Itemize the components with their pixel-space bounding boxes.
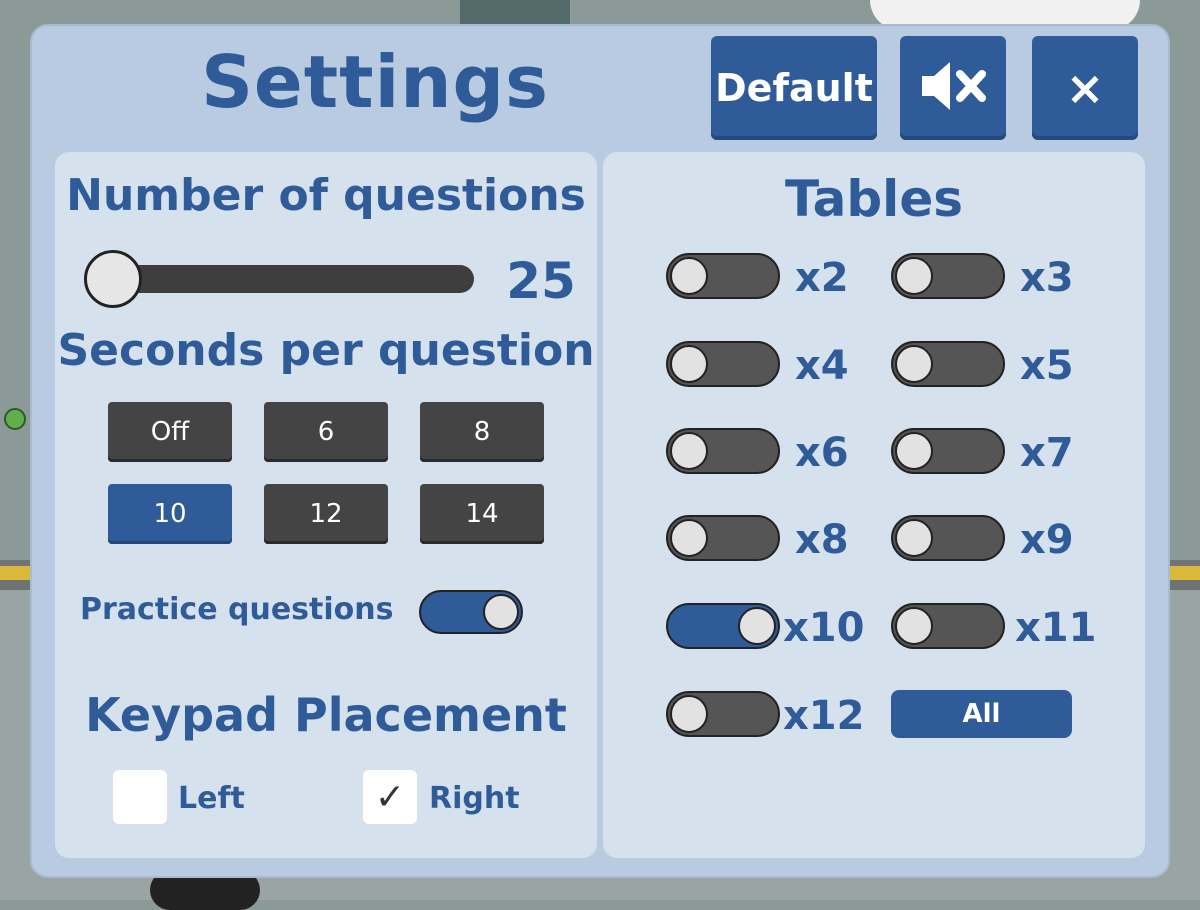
table-toggle-x7[interactable] bbox=[891, 428, 1005, 474]
seconds-option-button[interactable]: 12 bbox=[264, 484, 388, 544]
table-label-x3: x3 bbox=[1020, 255, 1074, 301]
table-toggle-x3[interactable] bbox=[891, 253, 1005, 299]
toggle-knob bbox=[738, 607, 776, 645]
tables-heading: Tables bbox=[784, 170, 963, 228]
toggle-knob bbox=[895, 432, 933, 470]
toggle-knob bbox=[670, 345, 708, 383]
questions-heading: Number of questions bbox=[66, 170, 586, 221]
table-toggle-x8[interactable] bbox=[666, 515, 780, 561]
table-toggle-x4[interactable] bbox=[666, 341, 780, 387]
toggle-knob bbox=[670, 519, 708, 557]
table-label-x2: x2 bbox=[795, 255, 849, 301]
table-toggle-x9[interactable] bbox=[891, 515, 1005, 561]
keypad-left-label: Left bbox=[178, 781, 245, 816]
toggle-knob bbox=[895, 519, 933, 557]
seconds-heading: Seconds per question bbox=[57, 325, 595, 376]
seconds-option-button-selected[interactable]: 10 bbox=[108, 484, 232, 544]
close-icon: × bbox=[1065, 61, 1105, 115]
toggle-knob bbox=[895, 257, 933, 295]
toggle-knob bbox=[895, 607, 933, 645]
sound-toggle-button[interactable] bbox=[900, 36, 1006, 140]
default-button[interactable]: Default bbox=[711, 36, 877, 140]
table-label-x11: x11 bbox=[1015, 605, 1097, 651]
practice-questions-label: Practice questions bbox=[80, 592, 394, 627]
seconds-option-button[interactable]: 6 bbox=[264, 402, 388, 462]
seconds-option-button[interactable]: 8 bbox=[420, 402, 544, 462]
checkmark-icon: ✓ bbox=[374, 776, 406, 818]
seconds-option-button[interactable]: 14 bbox=[420, 484, 544, 544]
all-tables-button[interactable]: All bbox=[891, 690, 1072, 738]
toggle-knob bbox=[670, 257, 708, 295]
page-title: Settings bbox=[201, 40, 549, 124]
table-label-x12: x12 bbox=[783, 693, 865, 739]
practice-questions-toggle[interactable] bbox=[419, 590, 523, 634]
background-pipe bbox=[460, 0, 570, 24]
close-button[interactable]: × bbox=[1032, 36, 1138, 140]
table-label-x5: x5 bbox=[1020, 343, 1074, 389]
toggle-knob bbox=[670, 695, 708, 733]
toggle-knob bbox=[483, 594, 519, 630]
background-light bbox=[4, 408, 26, 430]
table-toggle-x12[interactable] bbox=[666, 691, 780, 737]
table-label-x7: x7 bbox=[1020, 430, 1074, 476]
toggle-knob bbox=[895, 345, 933, 383]
table-label-x9: x9 bbox=[1020, 517, 1074, 563]
table-label-x4: x4 bbox=[795, 343, 849, 389]
keypad-right-checkbox[interactable]: ✓ bbox=[363, 770, 417, 824]
mute-icon bbox=[918, 58, 988, 118]
seconds-option-button[interactable]: Off bbox=[108, 402, 232, 462]
table-label-x6: x6 bbox=[795, 430, 849, 476]
table-toggle-x11[interactable] bbox=[891, 603, 1005, 649]
table-label-x8: x8 bbox=[795, 517, 849, 563]
keypad-left-checkbox[interactable] bbox=[113, 770, 167, 824]
background-wheel bbox=[150, 870, 260, 910]
keypad-right-label: Right bbox=[429, 781, 520, 816]
table-toggle-x10[interactable] bbox=[666, 603, 780, 649]
table-toggle-x6[interactable] bbox=[666, 428, 780, 474]
questions-slider-track[interactable] bbox=[100, 265, 474, 293]
table-toggle-x5[interactable] bbox=[891, 341, 1005, 387]
background-hazard-stripe bbox=[1170, 566, 1200, 580]
toggle-knob bbox=[670, 432, 708, 470]
questions-value: 25 bbox=[506, 252, 576, 310]
table-label-x10: x10 bbox=[783, 605, 865, 651]
questions-slider-thumb[interactable] bbox=[84, 250, 142, 308]
table-toggle-x2[interactable] bbox=[666, 253, 780, 299]
keypad-heading: Keypad Placement bbox=[85, 688, 567, 742]
